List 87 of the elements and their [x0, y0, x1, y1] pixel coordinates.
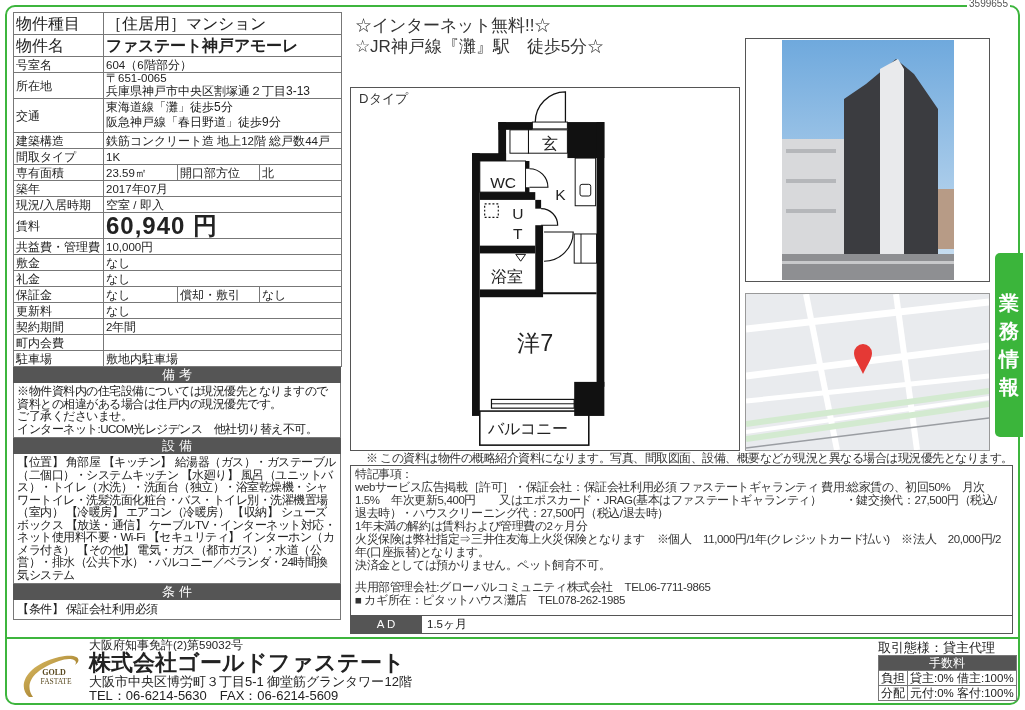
field-value: なし	[259, 286, 342, 303]
company-address: 大阪市中央区博労町３丁目5-1 御堂筋グランタワー12階	[89, 675, 412, 689]
field-value: ［住居用］マンション	[103, 12, 342, 35]
field-label: 敷金	[13, 254, 104, 271]
field-label: 号室名	[13, 56, 104, 73]
field-value: 空室 / 即入	[103, 196, 342, 213]
ad-value: 1.5ヶ月	[421, 616, 467, 633]
field-label: 築年	[13, 180, 104, 197]
note-text: ご了承くださいませ。	[17, 410, 132, 423]
note-text: webサービス広告掲載［許可］・保証会社：保証会社利用必須 ファステートギャランティ 費用:総家賃の、初回50% 月次1.5% 年次更新5,400円 又はエポスカード・JRAG(基本はファステートギャランティ） ・鍵交換代：27,500円（税込/退去時）・ハウスクリーニング代：27,500円（税込/退去時）	[355, 481, 998, 520]
fee-table-header: 手数料	[878, 655, 1017, 671]
headline-text: ☆インターネット無料!!☆	[355, 15, 553, 36]
note-text: 【位置】 角部屋 【キッチン】 給湯器（ガス）・ガステーブル（二個口）・システムキッチン 【水廻り】 風呂（ユニットバス）・トイレ（水洗）・洗面台（独立）・浴室乾燥機・シャワートイレ・洗髪洗面化粧台・バス・トイレ別・洗濯機置場（室内） 【冷暖房】 エアコン（冷暖房） 【収納】 シューズボックス 【放送・通信】 ケーブルTV・インターネット対応・ネット使用料不要・Wi-Fi 【セキュリティ】 インターホン（カメラ付き） 【その他】 電気・ガス（都市ガス）・水道（公営）・排水（公共下水）・バルコニー／ベランダ・24時間換気システム	[17, 456, 337, 581]
field-label: 町内会費	[13, 334, 104, 351]
field-value: ファステート神戸アモーレ	[103, 34, 342, 57]
field-value: なし	[103, 270, 342, 287]
ad-label: A D	[351, 616, 421, 633]
note-text: 特記事項：	[355, 468, 414, 481]
field-label: 現況/入居時期	[13, 196, 104, 213]
fee-label: 負担	[878, 670, 908, 686]
field-label: 駐車場	[13, 350, 104, 367]
field-value: 23.59㎡	[103, 164, 178, 181]
document-number: 3599655	[967, 0, 1010, 9]
postal-code: 〒651-0065	[106, 73, 168, 84]
banner-text: 業務情報	[999, 291, 1019, 400]
note-text: 決済金としては預かりません。ペット飼育不可。	[355, 559, 612, 572]
fee-value: 元付:0% 客付:100%	[907, 685, 1017, 701]
plan-type-label: Dタイプ	[359, 90, 408, 106]
room-label: WC	[490, 174, 517, 192]
map-pin-icon	[854, 344, 872, 374]
address-text: 兵庫県神戸市中央区割塚通２丁目3-13	[106, 84, 312, 98]
field-label: 間取タイプ	[13, 148, 104, 165]
field-value: 2年間	[103, 318, 342, 335]
note-text: ■ カギ所在：ピタットハウス灘店 TEL078-262-1985	[355, 594, 627, 607]
field-value: 2017年07月	[103, 180, 342, 197]
field-value: なし	[103, 254, 342, 271]
field-value: なし	[103, 286, 178, 303]
note-text: 火災保険は弊社指定⇒三井住友海上火災保険となります ※個人 11,000円/1年(クレジットカード払い) ※法人 20,000円/2年(口座振替)となります。	[355, 533, 1002, 559]
license-number: 大阪府知事免許(2)第59032号	[89, 639, 245, 651]
field-label: 共益費・管理費	[13, 238, 104, 255]
note-text: インターネット:UCOM光レジデンス 他社切り替え不可。	[17, 422, 319, 435]
field-value: 1K	[103, 148, 342, 165]
note-text: 【条件】 保証会社利用必須	[17, 603, 159, 616]
note-text: 資料との相違がある場合は住戸内の現況優先です。	[17, 397, 283, 410]
note-text: ※物件資料内の住宅設備については現況優先となりますので	[17, 385, 329, 398]
section-header: 設 備	[13, 438, 341, 454]
logo-text: GOLD	[42, 668, 66, 677]
field-value: 敷地内駐車場	[103, 350, 342, 367]
headline-text: ☆JR神戸線『灘』駅 徒歩5分☆	[355, 36, 606, 57]
field-label: 物件種目	[13, 12, 104, 35]
disclaimer-text: ※ この資料は物件の概略紹介資料になります。写真、間取図面、設備、概要などが現況と異なる場合は現況優先となります。	[365, 451, 1013, 465]
room-label: UT	[512, 205, 524, 242]
section-header: 条 件	[13, 584, 341, 600]
section-header: 備 考	[13, 367, 341, 383]
access-text: 東海道線「灘」徒歩5分	[106, 100, 234, 115]
field-label: 礼金	[13, 270, 104, 287]
company-name: 株式会社ゴールドファステート	[89, 651, 406, 675]
room-label: 玄	[541, 135, 558, 153]
field-value: 604（6階部分）	[103, 56, 342, 73]
field-value: なし	[103, 302, 342, 319]
transaction-type: 取引態様：貸主代理	[878, 640, 996, 655]
field-value: 60,940 円	[103, 212, 342, 239]
field-label: 保証金	[13, 286, 104, 303]
contact-numbers: TEL：06-6214-5630 FAX：06-6214-5609	[89, 689, 340, 703]
field-value: 北	[259, 164, 342, 181]
note-text: 共用部管理会社:グローバルコミュニティ株式会社 TEL06-7711-9865	[355, 581, 712, 594]
field-label: 所在地	[13, 72, 104, 99]
room-label: 洋7	[517, 329, 554, 356]
fee-label: 分配	[878, 685, 908, 701]
field-label: 専有面積	[13, 164, 104, 181]
field-label: 償却・敷引	[177, 286, 260, 303]
fee-value: 貸主:0% 借主:100%	[907, 670, 1017, 686]
field-label: 交通	[13, 98, 104, 133]
logo-swoosh-icon	[23, 655, 79, 697]
field-label: 物件名	[13, 34, 104, 57]
access-text: 阪急神戸線「春日野道」徒歩9分	[106, 115, 282, 130]
field-label: 契約期間	[13, 318, 104, 335]
field-label: 賃料	[13, 212, 104, 239]
field-value: 10,000円	[103, 238, 342, 255]
room-label: バルコニー	[488, 420, 569, 438]
field-label: 更新料	[13, 302, 104, 319]
room-label: K	[555, 185, 566, 203]
field-value: 鉄筋コンクリート造 地上12階 総戸数44戸	[103, 132, 342, 149]
field-label: 建築構造	[13, 132, 104, 149]
field-label: 開口部方位	[177, 164, 260, 181]
room-label: 浴室	[491, 267, 524, 285]
note-text: 1年未満の解約は賃料および管理費の2ヶ月分	[355, 520, 589, 533]
